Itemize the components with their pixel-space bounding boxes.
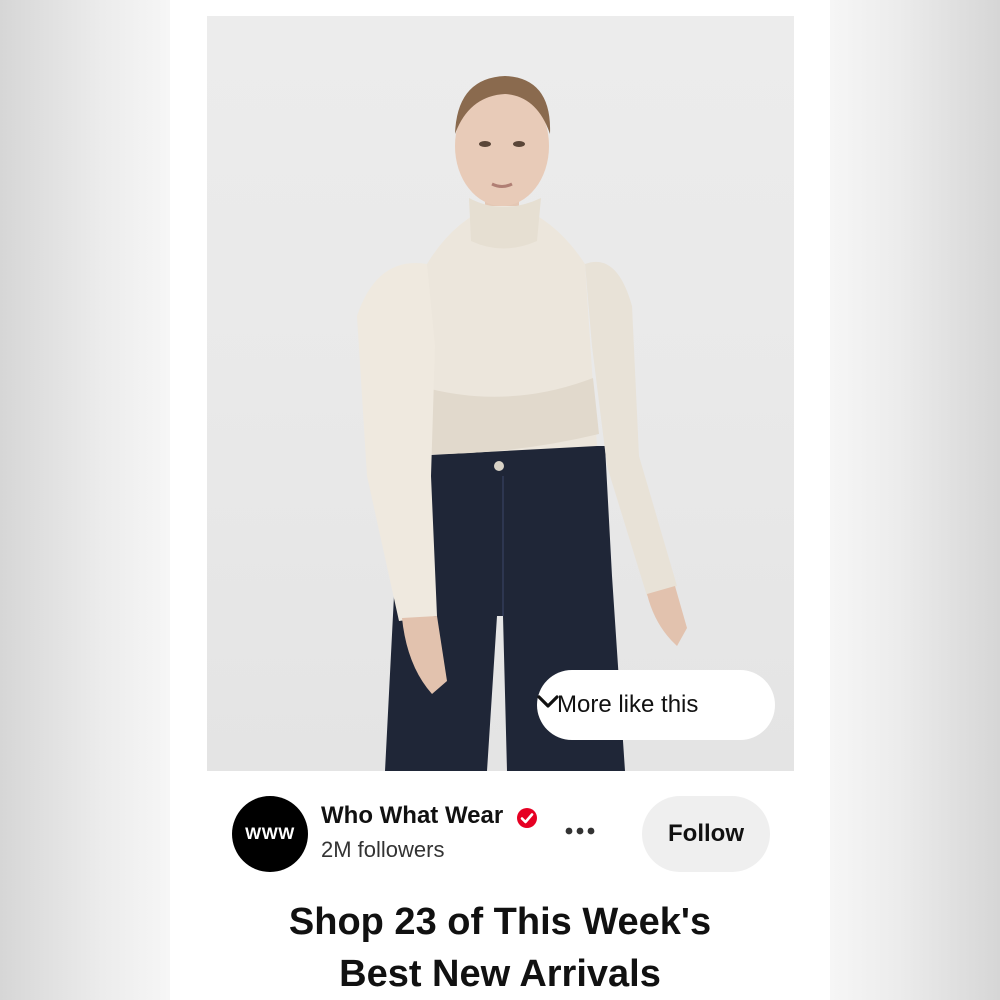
creator-avatar[interactable]: WWW [232, 796, 308, 872]
pin-image[interactable]: More like this [207, 16, 794, 771]
creator-name[interactable]: Who What Wear [321, 802, 503, 830]
pin-title: Shop 23 of This Week's Best New Arrivals [170, 896, 830, 1000]
more-like-this-label: More like this [557, 691, 699, 718]
model-illustration [357, 76, 687, 771]
background-right-blur [830, 0, 1000, 1000]
avatar-text: WWW [245, 824, 295, 843]
creator-row: WWW Who What Wear 2M followers Follow [232, 796, 772, 876]
follow-button[interactable]: Follow [642, 796, 770, 872]
pin-title-line-1: Shop 23 of This Week's [288, 901, 712, 943]
verified-check-icon [517, 808, 537, 828]
pin-title-line-2: Best New Arrivals [339, 953, 661, 995]
follower-count: 2M followers [321, 837, 445, 862]
more-like-this-button[interactable]: More like this [537, 670, 775, 740]
chevron-down-icon [537, 695, 559, 708]
ellipsis-icon[interactable] [565, 826, 595, 836]
background-left-blur [0, 0, 170, 1000]
pin-card: More like this WWW Who What Wear 2M foll… [170, 0, 830, 1000]
